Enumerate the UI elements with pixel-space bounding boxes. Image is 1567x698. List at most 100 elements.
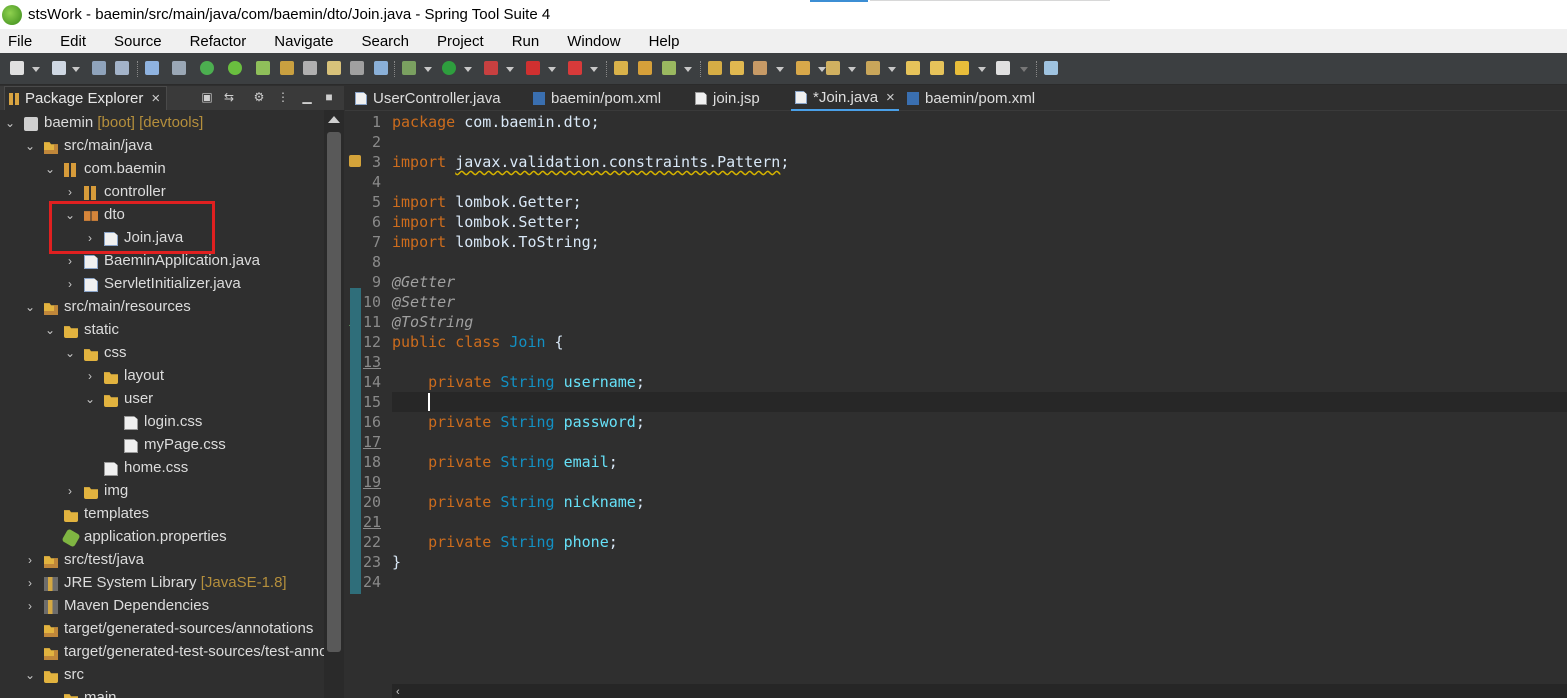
open-folder-icon[interactable] — [708, 61, 722, 75]
edit-icon[interactable] — [753, 61, 767, 75]
new-class-icon[interactable] — [662, 61, 676, 75]
chevron-down-icon[interactable]: ⌄ — [64, 342, 76, 365]
menu-file[interactable]: File — [8, 33, 32, 50]
coverage-icon[interactable] — [484, 61, 498, 75]
tree-item-templates[interactable]: templates — [0, 503, 324, 526]
menu-project[interactable]: Project — [437, 33, 484, 50]
chevron-down-icon[interactable]: ⌄ — [24, 296, 36, 319]
next-annotation-dropdown-icon[interactable] — [848, 67, 856, 72]
tree-item-application-properties[interactable]: application.properties — [0, 526, 324, 549]
chevron-right-icon[interactable]: › — [64, 181, 76, 204]
tree-item-src[interactable]: ⌄ src — [0, 664, 324, 687]
perspective-icon[interactable] — [1044, 61, 1058, 75]
chevron-right-icon[interactable]: › — [64, 250, 76, 273]
new-dropdown-icon[interactable] — [32, 67, 40, 72]
tree-item-home-css[interactable]: home.css — [0, 457, 324, 480]
tab-join-java[interactable]: *Join.java × — [791, 86, 899, 111]
scroll-left-icon[interactable]: ‹ — [396, 686, 400, 698]
tree-item-mypage-css[interactable]: myPage.css — [0, 434, 324, 457]
chevron-right-icon[interactable]: › — [64, 273, 76, 296]
prev-annotation-dropdown-icon[interactable] — [888, 67, 896, 72]
run-dropdown-icon[interactable] — [464, 67, 472, 72]
task-dropdown-icon[interactable] — [818, 67, 826, 72]
task-icon[interactable] — [796, 61, 810, 75]
skip-breakpoints-icon[interactable] — [172, 61, 186, 75]
chevron-down-icon[interactable]: ⌄ — [24, 664, 36, 687]
tree-item-servlet-initializer[interactable]: › ServletInitializer.java — [0, 273, 324, 296]
code-area[interactable]: package com.baemin.dto; import javax.val… — [392, 112, 1567, 672]
tab-user-controller[interactable]: UserController.java — [355, 86, 501, 111]
chevron-down-icon[interactable]: ⌄ — [24, 135, 36, 158]
save-icon[interactable] — [92, 61, 106, 75]
chevron-right-icon[interactable]: › — [24, 549, 36, 572]
back-icon[interactable] — [955, 61, 969, 75]
external-tools-icon[interactable] — [568, 61, 582, 75]
chevron-down-icon[interactable]: ⌄ — [44, 687, 56, 698]
tree-item-maven-dependencies[interactable]: › Maven Dependencies — [0, 595, 324, 618]
tree-item-layout[interactable]: › layout — [0, 365, 324, 388]
tree-item-login-css[interactable]: login.css — [0, 411, 324, 434]
chevron-down-icon[interactable]: ⌄ — [84, 388, 96, 411]
external-tools-dropdown-icon[interactable] — [590, 67, 598, 72]
stop-icon[interactable] — [526, 61, 540, 75]
new-wizard-icon[interactable] — [52, 61, 66, 75]
tree-item-dto[interactable]: ⌄ dto — [0, 204, 324, 227]
new-wizard-dropdown-icon[interactable] — [72, 67, 80, 72]
tab-package-explorer[interactable]: Package Explorer × — [4, 86, 168, 110]
back-dropdown-icon[interactable] — [978, 67, 986, 72]
editor-horizontal-scrollbar[interactable]: ‹ — [392, 684, 1567, 698]
chevron-down-icon[interactable]: ⌄ — [44, 319, 56, 342]
tab-pom-xml-2[interactable]: baemin/pom.xml — [907, 86, 1035, 111]
chevron-right-icon[interactable]: › — [84, 365, 96, 388]
block-selection-icon[interactable] — [350, 61, 364, 75]
menu-navigate[interactable]: Navigate — [274, 33, 333, 50]
menu-edit[interactable]: Edit — [60, 33, 86, 50]
open-task-icon[interactable] — [303, 61, 317, 75]
boot-dashboard-icon[interactable] — [200, 61, 214, 75]
minimize-icon[interactable]: ▁ — [300, 90, 314, 104]
link-with-editor-icon[interactable]: ⇆ — [222, 90, 236, 104]
spring-icon[interactable] — [228, 61, 242, 75]
tree-item-join-java[interactable]: › Join.java — [0, 227, 324, 250]
menu-window[interactable]: Window — [567, 33, 620, 50]
explorer-scrollbar[interactable] — [324, 110, 344, 698]
tree-item-src-test-java[interactable]: › src/test/java — [0, 549, 324, 572]
forward-icon[interactable] — [996, 61, 1010, 75]
chevron-right-icon[interactable]: › — [24, 595, 36, 618]
tree-item-controller[interactable]: › controller — [0, 181, 324, 204]
forward-dropdown-icon[interactable] — [1020, 67, 1028, 72]
last-edit-icon[interactable] — [906, 61, 920, 75]
console-icon[interactable] — [145, 61, 159, 75]
new-java-project-icon[interactable] — [614, 61, 628, 75]
tree-item-jre-library[interactable]: › JRE System Library [JavaSE-1.8] — [0, 572, 324, 595]
tree-item-img[interactable]: › img — [0, 480, 324, 503]
save-all-icon[interactable] — [115, 61, 129, 75]
tree-item-static[interactable]: ⌄ static — [0, 319, 324, 342]
chevron-down-icon[interactable]: ⌄ — [4, 112, 16, 135]
show-whitespace-icon[interactable] — [374, 61, 388, 75]
stop-dropdown-icon[interactable] — [548, 67, 556, 72]
tree-item-src-main-resources[interactable]: ⌄ src/main/resources — [0, 296, 324, 319]
scrollbar-thumb[interactable] — [327, 132, 341, 652]
chevron-right-icon[interactable]: › — [24, 572, 36, 595]
tree-item-baemin-application[interactable]: › BaeminApplication.java — [0, 250, 324, 273]
mark-occurrences-icon[interactable] — [327, 61, 341, 75]
debug-icon[interactable] — [402, 61, 416, 75]
menu-source[interactable]: Source — [114, 33, 162, 50]
debug-dropdown-icon[interactable] — [424, 67, 432, 72]
chevron-down-icon[interactable]: ⌄ — [44, 158, 56, 181]
tree-item-generated-sources[interactable]: target/generated-sources/annotations — [0, 618, 324, 641]
tree-item-baemin[interactable]: ⌄ baemin [boot] [devtools] — [0, 112, 324, 135]
tree-item-user[interactable]: ⌄ user — [0, 388, 324, 411]
scroll-up-icon[interactable] — [328, 116, 340, 123]
menu-search[interactable]: Search — [361, 33, 409, 50]
view-menu-icon[interactable]: ⋮ — [276, 90, 290, 104]
open-resource-icon[interactable] — [730, 61, 744, 75]
tab-join-jsp[interactable]: join.jsp — [695, 86, 760, 111]
tab-pom-xml[interactable]: baemin/pom.xml — [533, 86, 661, 111]
chevron-right-icon[interactable]: › — [64, 480, 76, 503]
tree-item-main[interactable]: ⌄ main — [0, 687, 324, 698]
chevron-down-icon[interactable]: ⌄ — [64, 204, 76, 227]
edit-dropdown-icon[interactable] — [776, 67, 784, 72]
menu-refactor[interactable]: Refactor — [190, 33, 247, 50]
